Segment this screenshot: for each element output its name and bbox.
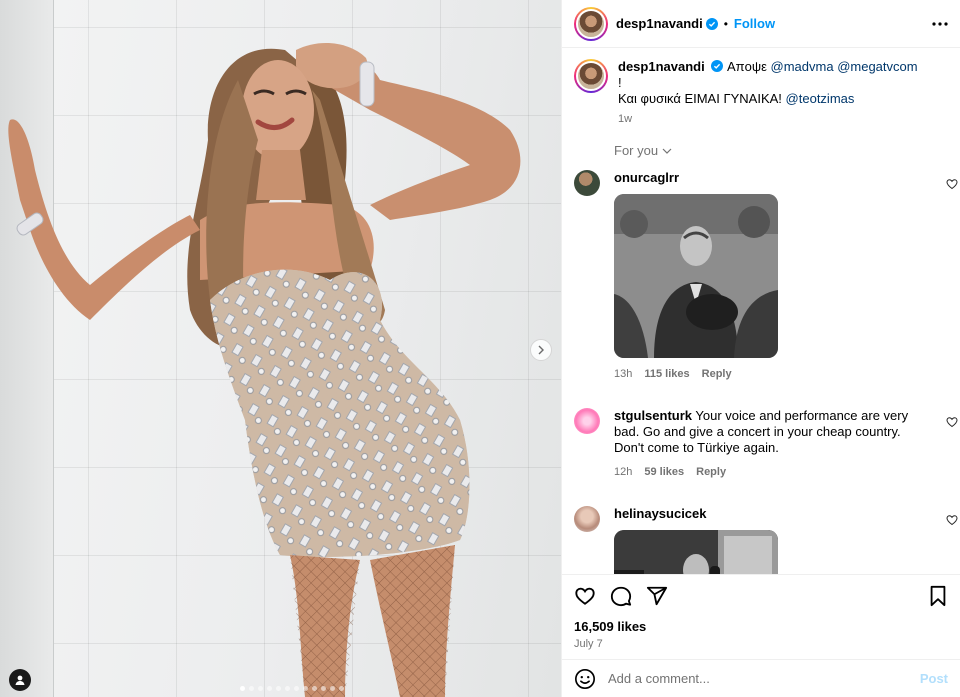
more-options-icon xyxy=(932,22,948,26)
carousel-dot xyxy=(240,686,245,691)
verified-badge-icon xyxy=(711,60,724,72)
carousel-dot xyxy=(258,686,263,691)
commenter-avatar[interactable] xyxy=(574,408,600,434)
caption-timestamp[interactable]: 1w xyxy=(618,111,918,127)
likes-count[interactable]: 16,509 likes xyxy=(574,619,948,634)
more-options-button[interactable] xyxy=(930,14,950,34)
commenter-avatar[interactable] xyxy=(574,506,600,532)
comment-item: onurcaglrr 13h 115 likes Reply xyxy=(562,170,960,382)
mention-link[interactable]: @teotzimas xyxy=(786,91,855,106)
carousel-dot xyxy=(294,686,299,691)
caption-text: ! xyxy=(618,75,622,90)
bookmark-icon[interactable] xyxy=(928,585,948,607)
heart-icon[interactable] xyxy=(946,178,958,190)
comment-input[interactable] xyxy=(608,671,920,686)
next-arrow-icon xyxy=(538,345,544,355)
comment-composer: Post xyxy=(562,659,960,697)
comment-meta: 13h 115 likes Reply xyxy=(614,366,934,382)
emoji-icon[interactable] xyxy=(574,668,596,690)
reply-button[interactable]: Reply xyxy=(702,366,732,382)
carousel-dot xyxy=(339,686,344,691)
post-comment-button[interactable]: Post xyxy=(920,671,948,686)
post-caption: desp1navandi Απoψε @madvma @megatvcom ! … xyxy=(562,49,960,127)
comment-age[interactable]: 13h xyxy=(614,366,632,382)
mention-link[interactable]: @megatvcom xyxy=(837,59,917,74)
gif-image xyxy=(614,194,778,358)
comment-gif[interactable] xyxy=(614,530,778,574)
comment-item: stgulsenturk Your voice and performance … xyxy=(562,408,960,480)
author-username[interactable]: desp1navandi xyxy=(616,16,703,31)
author-avatar[interactable] xyxy=(574,6,608,41)
commenter-username[interactable]: helinaysucicek xyxy=(614,506,707,521)
user-tag-icon xyxy=(15,675,25,685)
comment-gif[interactable] xyxy=(614,194,778,358)
heart-icon[interactable] xyxy=(946,416,958,428)
comment-item: helinaysucicek xyxy=(562,506,960,574)
post-header: desp1navandi • Follow xyxy=(562,0,960,48)
gif-image xyxy=(614,530,778,574)
mention-link[interactable]: @madvma xyxy=(771,59,834,74)
commenter-username[interactable]: stgulsenturk xyxy=(614,408,692,423)
comment-filter-label: For you xyxy=(614,143,659,158)
commenter-username[interactable]: onurcaglrr xyxy=(614,170,679,185)
carousel-dot xyxy=(285,686,290,691)
heart-icon[interactable] xyxy=(574,585,596,607)
heart-icon[interactable] xyxy=(946,514,958,526)
comment-age[interactable]: 12h xyxy=(614,464,632,480)
comment-likes[interactable]: 59 likes xyxy=(644,464,684,480)
comment-icon[interactable] xyxy=(610,585,632,607)
caption-text: Απoψε xyxy=(726,59,767,74)
carousel-dot xyxy=(303,686,308,691)
carousel-dot xyxy=(249,686,254,691)
caption-username[interactable]: desp1navandi xyxy=(618,59,705,74)
comment-filter-dropdown[interactable]: For you xyxy=(614,143,672,158)
reply-button[interactable]: Reply xyxy=(696,464,726,480)
verified-badge-icon xyxy=(705,17,718,30)
post-date[interactable]: July 7 xyxy=(574,638,948,650)
comments-scroll-area[interactable]: desp1navandi Απoψε @madvma @megatvcom ! … xyxy=(562,49,960,574)
follow-button[interactable]: Follow xyxy=(734,16,775,31)
carousel-dot xyxy=(267,686,272,691)
carousel-dot xyxy=(330,686,335,691)
carousel-dot xyxy=(276,686,281,691)
carousel-indicators xyxy=(240,686,344,691)
post-actions: 16,509 likes July 7 xyxy=(562,574,960,660)
post-photo xyxy=(8,43,521,697)
comment-meta: 12h 59 likes Reply xyxy=(614,464,934,480)
caption-text: Και φυσικά ΕΙΜΑΙ ΓΥΝΑΙΚΑ! xyxy=(618,91,782,106)
commenter-avatar[interactable] xyxy=(574,170,600,196)
post-media[interactable] xyxy=(0,0,561,697)
carousel-dot xyxy=(321,686,326,691)
carousel-dot xyxy=(312,686,317,691)
header-separator: • xyxy=(723,16,728,31)
next-slide-button[interactable] xyxy=(530,339,552,361)
post-side-panel: desp1navandi • Follow desp1navandi Απoψε… xyxy=(561,0,960,697)
instagram-post-view: desp1navandi • Follow desp1navandi Απoψε… xyxy=(0,0,960,697)
share-icon[interactable] xyxy=(646,585,668,607)
tagged-users-button[interactable] xyxy=(9,669,31,691)
caption-author-avatar[interactable] xyxy=(574,59,608,93)
comment-likes[interactable]: 115 likes xyxy=(644,366,689,382)
chevron-down-icon xyxy=(662,148,672,154)
